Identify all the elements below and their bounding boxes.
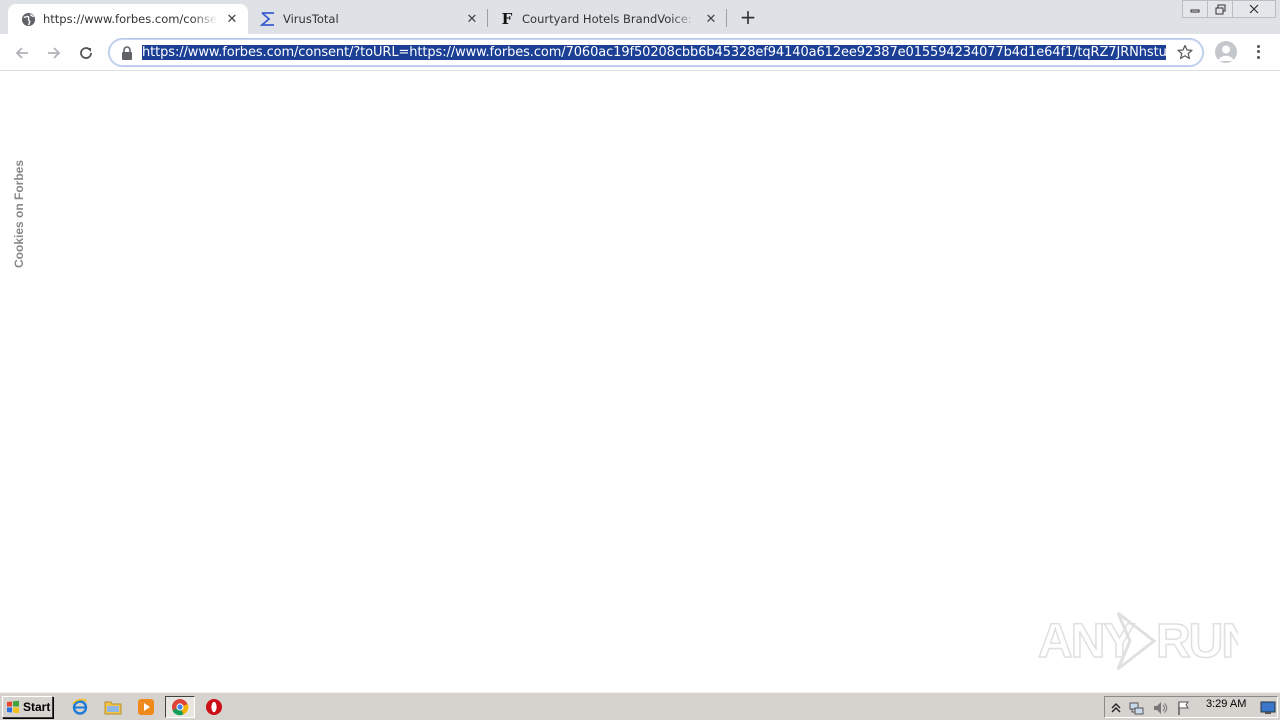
tab-virustotal[interactable]: VirusTotal ✕ (248, 4, 488, 34)
url-text[interactable]: https://www.forbes.com/consent/?toURL=ht… (142, 44, 1166, 62)
show-desktop-icon[interactable] (1259, 700, 1277, 716)
page-content: Cookies on Forbes ANY RUN (0, 72, 1280, 692)
action-center-flag-icon[interactable] (1176, 700, 1192, 716)
back-arrow-icon (15, 47, 28, 59)
address-bar[interactable]: https://www.forbes.com/consent/?toURL=ht… (108, 38, 1204, 67)
system-tray (1104, 696, 1278, 718)
lock-icon[interactable] (121, 45, 135, 61)
tab-title: https://www.forbes.com/consent/?t (43, 12, 218, 26)
window-controls (1182, 0, 1276, 18)
anyrun-watermark-logo: ANY RUN (1038, 611, 1238, 671)
profile-avatar-icon[interactable] (1215, 41, 1237, 63)
svg-text:RUN: RUN (1156, 615, 1238, 668)
taskbar: Start 3:29 AM (0, 692, 1280, 720)
explorer-icon[interactable] (102, 697, 124, 717)
close-window-button[interactable] (1232, 0, 1276, 18)
start-label: Start (23, 700, 51, 714)
reload-button[interactable] (73, 40, 99, 66)
back-button[interactable] (9, 40, 35, 66)
ie-icon[interactable] (69, 697, 91, 717)
globe-icon (20, 11, 36, 27)
restore-button[interactable] (1207, 0, 1233, 18)
network-icon[interactable] (1129, 700, 1145, 716)
close-tab-icon[interactable]: ✕ (224, 11, 240, 27)
tab-courtyard-hotels[interactable]: F Courtyard Hotels BrandVoice: Passio ✕ (487, 4, 727, 34)
opera-icon[interactable] (203, 697, 225, 717)
browser-menu-icon[interactable] (1251, 42, 1265, 62)
cookies-side-label[interactable]: Cookies on Forbes (12, 160, 26, 268)
close-tab-icon[interactable]: ✕ (464, 11, 480, 27)
bookmark-star-icon[interactable] (1177, 44, 1195, 62)
taskbar-clock[interactable]: 3:29 AM (1206, 698, 1246, 710)
url-selection: https://www.forbes.com/consent/?toURL=ht… (142, 45, 1166, 60)
chrome-icon[interactable] (165, 696, 195, 718)
tab-strip: https://www.forbes.com/consent/?t ✕ Viru… (0, 0, 1280, 34)
media-player-icon[interactable] (135, 697, 157, 717)
forward-button[interactable] (41, 40, 67, 66)
windows-flag-icon (7, 700, 19, 714)
tab-separator (726, 9, 727, 27)
forward-arrow-icon (48, 47, 61, 59)
volume-icon[interactable] (1152, 700, 1168, 716)
virustotal-icon (260, 11, 276, 27)
show-hidden-icons-icon[interactable] (1108, 700, 1124, 716)
tab-forbes-consent[interactable]: https://www.forbes.com/consent/?t ✕ (8, 4, 248, 34)
tab-title: Courtyard Hotels BrandVoice: Passio (522, 12, 697, 26)
browser-toolbar: https://www.forbes.com/consent/?toURL=ht… (0, 34, 1280, 71)
close-tab-icon[interactable]: ✕ (703, 11, 719, 27)
new-tab-button[interactable]: + (737, 5, 759, 29)
forbes-f-icon: F (501, 10, 513, 28)
tab-title: VirusTotal (283, 12, 339, 26)
start-button[interactable]: Start (2, 696, 53, 718)
reload-icon (80, 47, 92, 59)
minimize-button[interactable] (1182, 0, 1208, 18)
